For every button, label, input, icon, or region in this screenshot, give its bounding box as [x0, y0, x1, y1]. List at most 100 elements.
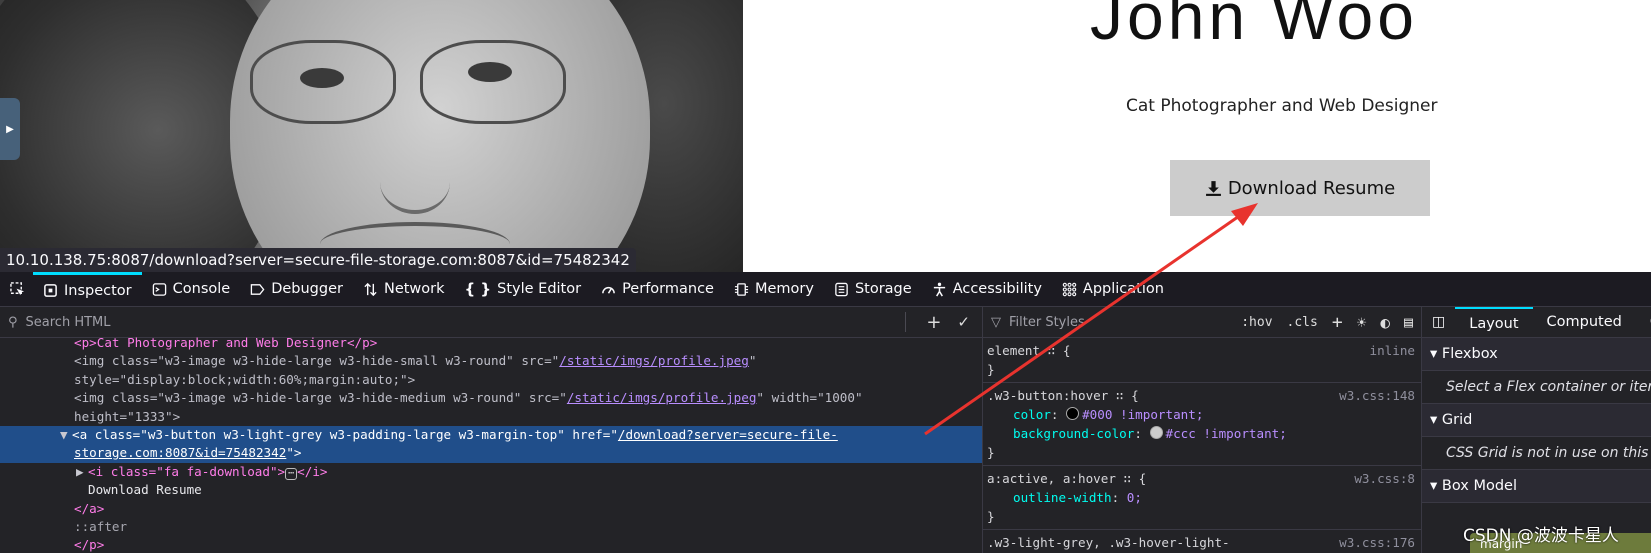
tab-label: Storage	[854, 281, 912, 297]
toggle-sidebar-icon[interactable]: ◫	[1422, 314, 1455, 330]
tab-style-editor[interactable]: { } Style Editor	[455, 272, 592, 306]
element-picker-icon	[10, 281, 25, 295]
box-model-section-header[interactable]: ▾ Box Model	[1422, 470, 1651, 503]
markup-text: height="1333">	[74, 408, 181, 424]
rule-close-brace: }	[987, 362, 995, 377]
tab-layout[interactable]: Layout	[1455, 307, 1533, 337]
section-title: Grid	[1441, 412, 1473, 428]
photo-eye-left	[300, 68, 344, 88]
flexbox-section-header[interactable]: ▾ Flexbox	[1422, 338, 1651, 371]
rule-source[interactable]: w3.css:176	[1339, 533, 1415, 552]
ellipsis-icon[interactable]: ⋯	[285, 467, 298, 480]
tab-application[interactable]: Application	[1052, 272, 1174, 306]
filter-styles-input[interactable]	[1007, 313, 1236, 331]
tab-label: Performance	[622, 281, 714, 297]
markup-text: </a>	[74, 500, 105, 516]
markup-line[interactable]: <img class="w3-image w3-hide-large w3-hi…	[0, 389, 982, 407]
markup-text: <p>Cat Photographer and Web Designer</p>	[74, 335, 378, 350]
rule-selector: a:active, a:hover	[987, 471, 1116, 486]
chevron-down-icon: ▾	[1430, 346, 1438, 362]
cls-toggle[interactable]: .cls	[1287, 315, 1318, 330]
tab-accessibility[interactable]: Accessibility	[922, 272, 1052, 306]
markup-text: </p>	[74, 537, 105, 553]
markup-panel: ⚲ + ✓ <p>Cat Photographer and Web Design…	[0, 307, 983, 553]
rule-source[interactable]: w3.css:8	[1354, 469, 1415, 488]
light-theme-icon[interactable]: ☀	[1357, 313, 1367, 332]
markup-link[interactable]: storage.com:8087&id=75482342	[74, 445, 286, 460]
eyedropper-icon[interactable]: ✓	[957, 313, 970, 331]
rule-block-element[interactable]: element ∷ { inline }	[983, 338, 1421, 383]
filter-styles-bar: ▽ :hov .cls + ☀ ◐ ▤	[983, 307, 1421, 338]
element-picker-button[interactable]	[0, 272, 33, 306]
rule-block-button-hover[interactable]: .w3-button:hover ∷ { w3.css:148 color: #…	[983, 383, 1421, 466]
rule-property-name[interactable]: outline-width	[987, 490, 1112, 505]
profile-photo	[0, 0, 743, 272]
hov-toggle[interactable]: :hov	[1241, 315, 1272, 330]
tab-debugger[interactable]: Debugger	[240, 272, 353, 306]
color-swatch[interactable]	[1066, 407, 1080, 420]
tab-computed[interactable]: Computed	[1533, 307, 1636, 337]
rule-property-name[interactable]: background-color	[987, 426, 1134, 441]
rule-property-value[interactable]: #000 !important;	[1082, 407, 1203, 422]
add-node-icon[interactable]: +	[926, 312, 941, 333]
tab-label: Console	[172, 281, 231, 297]
markup-line[interactable]: ::after	[0, 518, 982, 536]
print-media-icon[interactable]: ▤	[1404, 313, 1413, 331]
rule-block-light-grey[interactable]: .w3-light-grey, .w3-hover-light- w3.css:…	[983, 530, 1421, 555]
add-rule-icon[interactable]: +	[1332, 312, 1343, 333]
chevron-down-icon: ▾	[1430, 412, 1438, 428]
markup-line-selected[interactable]: ▼ <a class="w3-button w3-light-grey w3-pa…	[0, 426, 982, 445]
markup-line[interactable]: </p>	[0, 536, 982, 554]
photo-glasses-right	[420, 40, 566, 124]
grid-section-header[interactable]: ▾ Grid	[1422, 404, 1651, 437]
console-icon	[152, 282, 166, 296]
color-swatch[interactable]	[1149, 426, 1163, 439]
markup-link[interactable]: /static/imgs/profile.jpeg	[559, 353, 749, 368]
markup-line[interactable]: Download Resume	[0, 481, 982, 499]
rule-selector: .w3-light-grey, .w3-hover-light-	[987, 535, 1230, 550]
devtools-toolbar: Inspector Console Debugger Network { } S…	[0, 272, 1651, 307]
tab-changes[interactable]: C	[1636, 307, 1651, 337]
markup-line[interactable]: <p>Cat Photographer and Web Designer</p>	[0, 334, 982, 352]
markup-link[interactable]: /static/imgs/profile.jpeg	[567, 390, 757, 405]
tab-console[interactable]: Console	[142, 272, 241, 306]
accessibility-icon	[933, 282, 945, 296]
memory-icon	[734, 282, 749, 296]
photo-eye-right	[468, 62, 512, 82]
dark-theme-icon[interactable]: ◐	[1380, 313, 1390, 332]
grid-highlight-icon[interactable]: ∷	[1048, 343, 1056, 358]
download-resume-label: Download Resume	[1227, 177, 1396, 199]
tab-label: Network	[383, 281, 445, 297]
markup-text: ">	[286, 445, 302, 461]
download-resume-button[interactable]: Download Resume	[1170, 160, 1430, 216]
rule-property-name[interactable]: color	[987, 407, 1051, 422]
grid-highlight-icon[interactable]: ∷	[1116, 388, 1124, 403]
sidebar-toggle-handle[interactable]: ▶	[0, 98, 20, 160]
tab-memory[interactable]: Memory	[724, 272, 824, 306]
tab-label: Application	[1082, 281, 1164, 297]
markup-line[interactable]: ▶ <i class="fa fa-download"> ⋯ </i>	[0, 463, 982, 481]
markup-line-selected[interactable]: storage.com:8087&id=75482342">	[0, 444, 982, 463]
layout-tabs: ◫ Layout Computed C	[1422, 307, 1651, 338]
search-html-input[interactable]	[23, 313, 900, 331]
markup-line[interactable]: </a>	[0, 500, 982, 518]
debugger-icon	[250, 283, 265, 295]
chevron-down-icon: ▾	[1430, 478, 1438, 494]
style-editor-icon: { }	[464, 280, 492, 298]
rule-block-anchor-hover[interactable]: a:active, a:hover ∷ { w3.css:8 outline-w…	[983, 466, 1421, 530]
markup-line: height="1333">	[0, 408, 982, 426]
tab-storage[interactable]: Storage	[824, 272, 922, 306]
markup-link[interactable]: /download?server=secure-file-	[618, 427, 838, 442]
expand-triangle-icon[interactable]: ▶	[76, 463, 88, 481]
section-title: Box Model	[1441, 478, 1517, 494]
tab-network[interactable]: Network	[353, 272, 455, 306]
tab-inspector[interactable]: Inspector	[33, 272, 142, 306]
rule-source[interactable]: w3.css:148	[1339, 386, 1415, 405]
rule-property-value[interactable]: 0;	[1127, 490, 1142, 505]
download-icon	[1205, 180, 1221, 196]
markup-line[interactable]: <img class="w3-image w3-hide-large w3-hi…	[0, 352, 982, 370]
grid-highlight-icon[interactable]: ∷	[1124, 471, 1132, 486]
collapse-triangle-icon[interactable]: ▼	[60, 426, 72, 444]
tab-performance[interactable]: Performance	[591, 272, 724, 306]
rule-property-value[interactable]: #ccc !important;	[1166, 426, 1287, 441]
